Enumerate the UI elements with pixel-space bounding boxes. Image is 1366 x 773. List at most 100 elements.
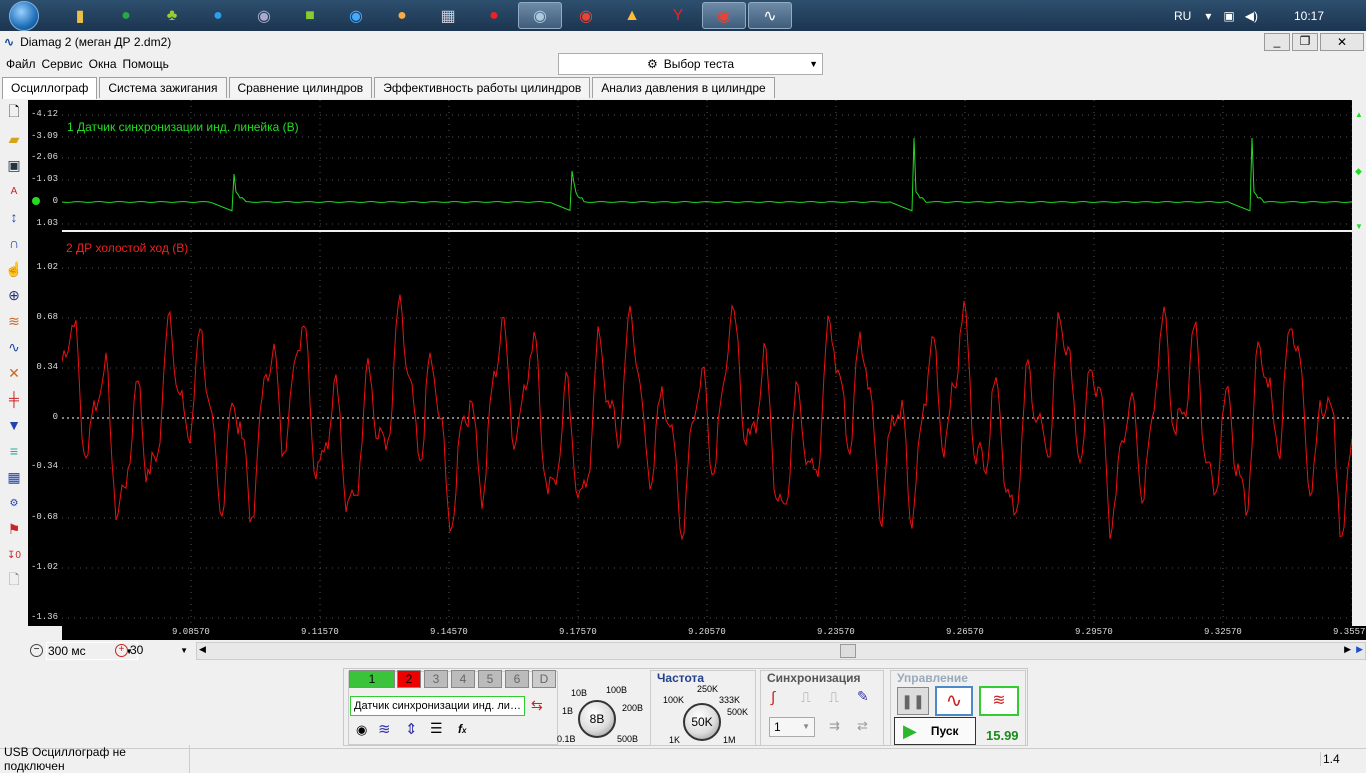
voltage-knob[interactable]: 8В [578,700,616,738]
zero-marker-icon[interactable]: ↧0 [2,543,26,567]
menu-help[interactable]: Помощь [123,57,169,71]
menu-file[interactable]: Файл [6,57,36,71]
hand-pan-icon[interactable]: ☝ [2,257,26,281]
filter-icon[interactable]: ▼ [2,413,26,437]
close-button[interactable]: ✕ [1320,33,1364,51]
test-select-dropdown[interactable]: ⚙ Выбор теста ▼ [558,53,823,75]
cross-wave-icon[interactable]: ✕ [2,361,26,385]
channel-button-1[interactable]: 1 [349,670,395,688]
sync-up-edge-icon[interactable]: ⎍ [801,689,811,706]
scroll-right-icon[interactable]: ▶ [1344,644,1351,655]
sine-wave-icon[interactable]: ∿ [2,335,26,359]
ch1-up-arrow-icon[interactable]: ▲ [1355,110,1363,119]
multi-wave-icon[interactable]: ≋ [2,309,26,333]
play-forward-icon[interactable]: ▶ [1356,644,1363,655]
opera-icon[interactable]: ● [472,2,516,29]
chrome-open-icon[interactable]: ◉ [702,2,746,29]
start-button[interactable] [2,0,46,31]
channel-button-d[interactable]: D [532,670,556,688]
channel-button-2[interactable]: 2 [397,670,421,688]
triangle-app-icon[interactable]: ▲ [610,2,654,29]
sync-channel-select[interactable]: 1 ▼ [769,717,815,737]
channel-button-6[interactable]: 6 [505,670,529,688]
vertical-scale-icon[interactable]: ↕ [2,205,26,229]
sync-rising-icon[interactable]: ∫ [771,689,775,706]
flag-icon[interactable]: ⚑ [2,517,26,541]
restore-button[interactable]: ❐ [1292,33,1318,51]
calculator-icon[interactable]: ▦ [426,2,470,29]
open-folder-icon[interactable]: ▰ [2,127,26,151]
firefox-icon[interactable]: ● [380,2,424,29]
eye-icon[interactable]: ◉ [356,722,367,738]
zoom-icon[interactable]: ⊕ [2,283,26,307]
single-wave-button[interactable]: ∿ [935,686,973,716]
tray-arrow-icon[interactable]: ▾ [1205,9,1211,23]
vertical-offset-icon[interactable]: ⇕ [405,720,418,738]
tab-cylinder-pressure[interactable]: Анализ давления в цилиндре [592,77,775,98]
ellipsis-icon[interactable]: … [510,697,521,715]
channel-settings-icon[interactable]: ⇆ [531,697,543,714]
start-button[interactable]: ▶ Пуск [894,717,976,745]
globe-icon[interactable]: ◉ [242,2,286,29]
waveform-icon[interactable]: ∩ [2,231,26,255]
sync-down-edge-icon[interactable]: ⎍ [829,689,839,706]
function-icon[interactable]: fx [458,722,466,736]
tab-oscilloscope[interactable]: Осциллограф [2,77,98,99]
x-tick-label: 9.26570 [946,627,984,637]
channel-button-5[interactable]: 5 [478,670,502,688]
channel-button-4[interactable]: 4 [451,670,475,688]
sync-auto-icon[interactable]: ✎ [857,688,869,705]
clock[interactable]: 10:17 [1294,9,1324,23]
utorrent-icon[interactable]: ● [104,2,148,29]
auto-settings-icon[interactable]: ⚙ [2,491,26,515]
menu-windows[interactable]: Окна [89,57,117,71]
volume-icon[interactable]: ◀) [1245,9,1258,23]
app-icon[interactable]: ♣ [150,2,194,29]
dotted-lines-icon[interactable]: ☰ [430,720,443,737]
chrome-icon[interactable]: ◉ [564,2,608,29]
cursor-line-icon[interactable]: ╪ [2,387,26,411]
pause-button[interactable]: ❚❚ [897,687,929,715]
ie-icon[interactable]: ◉ [334,2,378,29]
channel1-plot[interactable]: 1 Датчик синхронизации инд. линейка (В) [62,100,1352,230]
auto-scale-icon[interactable]: A [2,179,26,203]
explorer-icon[interactable]: ▮ [58,2,102,29]
globe-app-icon[interactable]: ◉ [518,2,562,29]
layers-icon[interactable]: ≡ [2,439,26,463]
tab-ignition-system[interactable]: Система зажигания [99,77,227,98]
language-indicator[interactable]: RU [1174,9,1191,23]
diamag-icon[interactable]: ∿ [748,2,792,29]
tab-cylinder-efficiency[interactable]: Эффективность работы цилиндров [374,77,591,98]
ch1-down-arrow-icon[interactable]: ▼ [1355,222,1363,231]
channel2-plot[interactable]: 2 ДР холостой ход (В) [62,232,1352,626]
minimize-button[interactable]: _ [1264,33,1290,51]
y-axis: -4.12 -3.09 -2.06 -1.03 0 1.03 1.02 0.68 0.34 0 -0… [28,100,62,626]
scroll-thumb[interactable] [840,644,856,658]
save-icon[interactable]: ▣ [2,153,26,177]
menu-service[interactable]: Сервис [42,57,83,71]
invert-wave-icon[interactable]: ≋ [378,720,391,738]
sync-expand-icon[interactable]: ⇉ [829,718,840,734]
horizontal-scrollbar[interactable]: ◀ ▶ ▶ [196,642,1366,660]
channel2-y-tick: -0.34 [30,461,58,471]
channel-button-3[interactable]: 3 [424,670,448,688]
skype-icon[interactable]: ● [196,2,240,29]
channel1-marker-icon[interactable] [32,197,40,205]
app-icon-2[interactable]: ■ [288,2,332,29]
multi-wave-button[interactable]: ≋ [979,686,1019,716]
yandex-icon[interactable]: Y [656,2,700,29]
network-icon[interactable]: ▣ [1223,9,1234,23]
tab-cylinder-comparison[interactable]: Сравнение цилиндров [228,77,373,98]
ch1-trigger-marker-icon[interactable]: ◆ [1355,166,1362,177]
count-plus-icon[interactable]: + [115,644,128,657]
scroll-left-icon[interactable]: ◀ [199,644,206,655]
channel-name-field[interactable]: Датчик синхронизации инд. ли … [350,696,525,716]
notes-icon[interactable]: 🗋 [2,569,26,593]
control-value: 15.99 [986,728,1019,743]
grid-icon[interactable]: ▦ [2,465,26,489]
frequency-knob[interactable]: 50K [683,703,721,741]
count-select[interactable]: 30 ▼ [130,642,192,660]
sync-collapse-icon[interactable]: ⇄ [857,718,868,734]
time-zoom-out-icon[interactable]: − [30,644,43,657]
new-file-icon[interactable]: 🗋 [2,101,26,125]
